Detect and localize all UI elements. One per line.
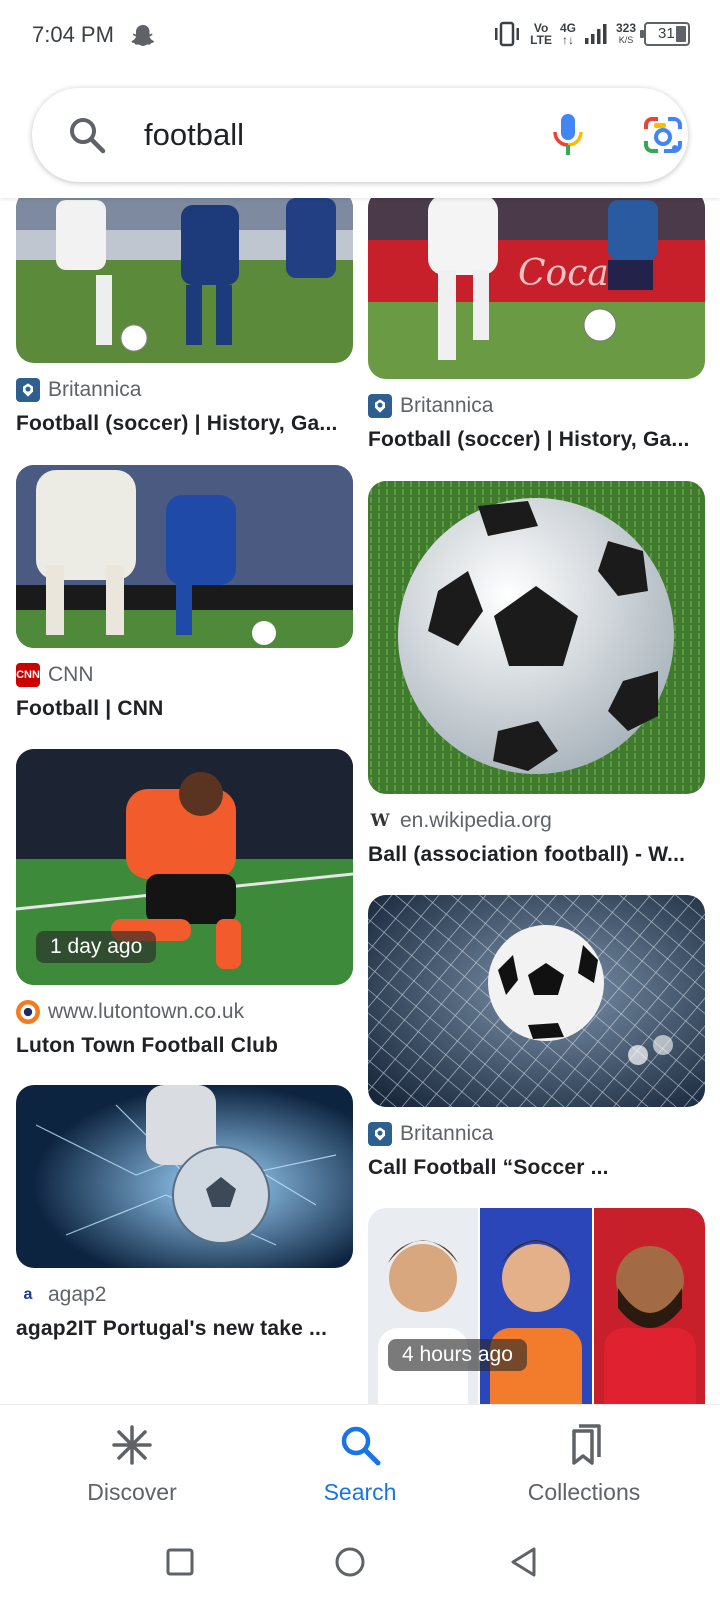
ball-in-net-image: [368, 895, 705, 1107]
time-badge: 4 hours ago: [388, 1339, 527, 1371]
britannica-favicon-icon: [368, 1122, 392, 1146]
result-title[interactable]: Call Football “Soccer ...: [368, 1156, 698, 1180]
result-thumbnail[interactable]: [368, 895, 705, 1107]
nav-search[interactable]: Search: [250, 1423, 470, 1506]
result-title[interactable]: Football (soccer) | History, Ga...: [16, 412, 346, 436]
soccer-match-image: [16, 198, 353, 363]
nav-discover-label: Discover: [87, 1479, 177, 1505]
search-icon[interactable]: [68, 116, 106, 154]
result-source-name: agap2: [48, 1283, 107, 1306]
result-source-name: CNN: [48, 663, 94, 686]
data-activity-text: ↑↓: [561, 33, 574, 47]
volte-bottom-text: LTE: [530, 33, 552, 47]
result-thumbnail[interactable]: [368, 481, 705, 794]
result-source-name: Britannica: [48, 378, 142, 401]
result-title[interactable]: Luton Town Football Club: [16, 1034, 346, 1058]
result-title[interactable]: agap2IT Portugal's new take ...: [16, 1317, 346, 1341]
nav-collections-label: Collections: [527, 1479, 641, 1505]
status-time: 7:04 PM: [32, 22, 114, 47]
result-source: CNN CNN: [16, 662, 353, 688]
collections-bookmark-icon: [572, 1424, 601, 1465]
result-source: www.lutontown.co.uk: [16, 999, 353, 1025]
time-badge: 1 day ago: [36, 931, 157, 963]
status-indicators: Vo LTE 4G ↑↓ 323 K/S 31: [492, 20, 690, 48]
result-card[interactable]: W en.wikipedia.org Ball (association foo…: [368, 481, 705, 867]
battery-level-text: 31: [658, 25, 675, 42]
nav-collections[interactable]: Collections: [474, 1423, 694, 1506]
vibrate-icon: [495, 21, 520, 47]
result-source-name: Britannica: [400, 394, 494, 417]
search-input[interactable]: [144, 106, 474, 164]
result-thumbnail[interactable]: 1 day ago: [16, 749, 353, 985]
result-source: Britannica: [16, 377, 353, 403]
result-source: Britannica: [368, 1121, 705, 1147]
battery-fill: [676, 26, 686, 42]
home-circle-icon[interactable]: [330, 1542, 370, 1582]
google-lens-icon[interactable]: [642, 115, 684, 155]
result-source-name: Britannica: [400, 1122, 494, 1145]
search-header: [0, 70, 720, 198]
result-card[interactable]: Britannica Call Football “Soccer ...: [368, 895, 705, 1180]
result-title[interactable]: Ball (association football) - W...: [368, 843, 698, 867]
result-card[interactable]: Britannica Football (soccer) | History, …: [16, 198, 353, 436]
microphone-icon[interactable]: [550, 112, 586, 158]
result-card[interactable]: Coca Britannica Football (soccer) | Hist…: [368, 198, 705, 452]
svg-text:Coca: Coca: [518, 253, 609, 294]
bottom-navigation: Discover Search Collections: [0, 1404, 720, 1514]
result-card[interactable]: 4 hours ago: [368, 1208, 705, 1404]
result-title[interactable]: Football | CNN: [16, 697, 346, 721]
result-thumbnail[interactable]: [16, 1085, 353, 1268]
result-thumbnail[interactable]: 4 hours ago: [368, 1208, 705, 1404]
status-bar: 7:04 PM Vo LTE 4G ↑↓ 323 K/S 31: [0, 0, 720, 70]
battery-indicator: 31: [640, 22, 690, 46]
britannica-favicon-icon: [16, 378, 40, 402]
cnn-favicon-icon: CNN: [16, 663, 40, 687]
agap2-favicon-icon: a: [16, 1283, 40, 1307]
wikipedia-favicon-icon: W: [368, 809, 392, 833]
snapchat-ghost-icon: [131, 25, 154, 46]
image-results-grid: Britannica Football (soccer) | History, …: [0, 198, 720, 1404]
soccer-ball-on-grass-image: [368, 481, 705, 794]
network-speed-value: 323: [615, 21, 636, 35]
result-card[interactable]: 1 day ago www.lutontown.co.uk Luton Town…: [16, 749, 353, 1058]
result-source: a agap2: [16, 1282, 353, 1308]
result-card[interactable]: CNN CNN Football | CNN: [16, 465, 353, 721]
result-source-name: www.lutontown.co.uk: [48, 1000, 245, 1023]
network-speed-unit: K/S: [618, 35, 634, 45]
result-thumbnail[interactable]: [16, 465, 353, 648]
result-thumbnail[interactable]: Coca: [368, 198, 705, 379]
womens-soccer-image: Coca: [368, 198, 705, 379]
player-portraits-image: [368, 1208, 705, 1404]
nav-discover[interactable]: Discover: [22, 1423, 242, 1506]
result-title[interactable]: Football (soccer) | History, Ga...: [368, 428, 698, 452]
result-source: Britannica: [368, 393, 705, 419]
luton-town-favicon-icon: [16, 1000, 40, 1024]
recent-apps-square-icon[interactable]: [160, 1542, 200, 1582]
result-source: W en.wikipedia.org: [368, 808, 705, 834]
result-source-name: en.wikipedia.org: [400, 809, 552, 832]
search-icon: [341, 1426, 381, 1466]
nav-search-label: Search: [323, 1479, 397, 1505]
signal-strength-icon: [584, 24, 607, 44]
result-card[interactable]: a agap2 agap2IT Portugal's new take ...: [16, 1085, 353, 1341]
network-type-indicator: 4G ↑↓: [560, 22, 576, 46]
search-bar[interactable]: [32, 88, 688, 182]
chelsea-match-image: [16, 465, 353, 648]
system-navigation-bar: [0, 1514, 720, 1612]
result-thumbnail[interactable]: [16, 198, 353, 363]
britannica-favicon-icon: [368, 394, 392, 418]
asterisk-discover-icon: [112, 1425, 152, 1465]
back-triangle-icon[interactable]: [504, 1542, 544, 1582]
digital-football-image: [16, 1085, 353, 1268]
volte-indicator: Vo LTE: [530, 22, 552, 46]
network-speed-indicator: 323 K/S: [616, 22, 636, 46]
